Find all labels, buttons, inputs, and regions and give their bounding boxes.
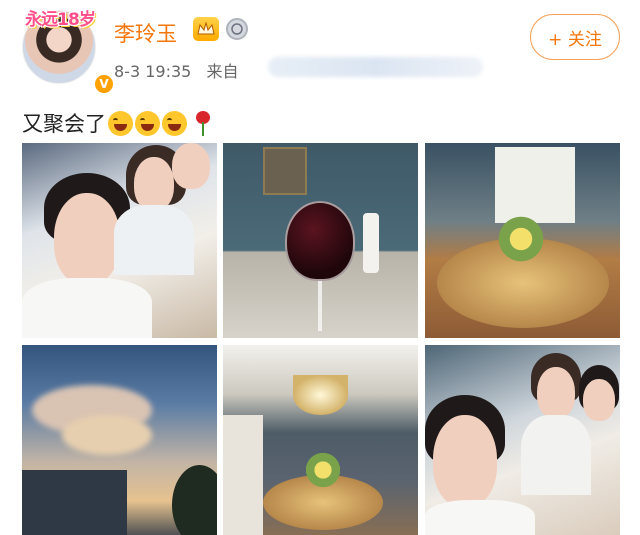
post-date: 8-3: [114, 62, 141, 81]
laughing-emoji-icon: [108, 110, 133, 136]
photo-round-dining-table[interactable]: [425, 143, 620, 338]
photo-chandelier-dining-room[interactable]: [223, 345, 418, 535]
photo-friends-selfie[interactable]: [425, 345, 620, 535]
post-text: 又聚会了: [22, 108, 213, 138]
laughing-emoji-icon: [162, 110, 187, 136]
crown-badge-icon[interactable]: [193, 17, 219, 41]
post-body: 又聚会了: [22, 112, 106, 136]
username[interactable]: 李玲玉: [114, 18, 177, 48]
photo-selfie-at-dinner[interactable]: [22, 143, 217, 338]
photo-grid: [22, 143, 620, 535]
post-header: 永远18岁 V 李玲玉 8-3 19:35 来自 + 关注: [0, 0, 640, 100]
rose-emoji-icon: [193, 110, 213, 136]
source-prefix: 来自: [206, 62, 239, 81]
laughing-emoji-icon: [135, 110, 160, 136]
photo-red-wine-glass[interactable]: [223, 143, 418, 338]
blurred-source-device: [268, 57, 483, 77]
post-time: 19:35: [145, 62, 192, 81]
avatar-frame-text: 永远18岁: [25, 10, 96, 30]
verified-icon: V: [93, 73, 115, 95]
post-meta: 8-3 19:35 来自: [114, 58, 238, 82]
photo-sunset-sky[interactable]: [22, 345, 217, 535]
avatar[interactable]: 永远18岁 V: [22, 10, 115, 95]
follow-button[interactable]: + 关注: [530, 14, 620, 60]
medal-icon[interactable]: [226, 18, 248, 40]
